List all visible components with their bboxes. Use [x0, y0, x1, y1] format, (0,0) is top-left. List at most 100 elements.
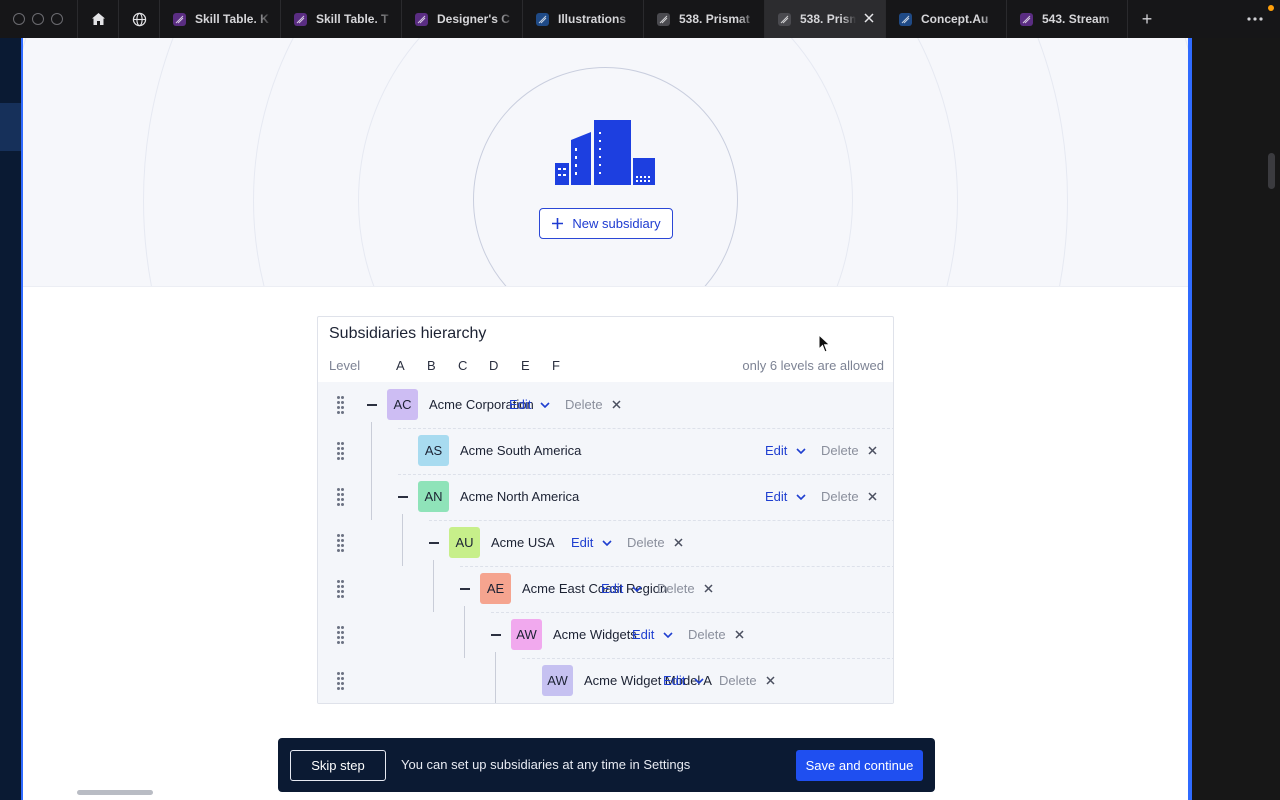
edit-dropdown-button[interactable]: Edit: [765, 443, 806, 458]
hierarchy-rows: AC Acme Corporation Edit Delete AS Acme South…: [318, 382, 893, 703]
avatar: AE: [480, 573, 511, 604]
tree-connector: [371, 468, 372, 520]
delete-label: Delete: [657, 581, 695, 596]
delete-label: Delete: [688, 627, 726, 642]
hierarchy-row: AU Acme USA Edit Delete: [318, 514, 893, 566]
settings-hint-text: You can set up subsidiaries at any time …: [401, 757, 691, 772]
frame-focus-border: [21, 38, 23, 800]
levels-header: Level A B C D E F only 6 levels are allo…: [329, 358, 884, 374]
edit-label: Edit: [663, 673, 686, 688]
browser-tab-7[interactable]: Concept.Au: [886, 0, 1007, 38]
close-icon: [766, 676, 775, 685]
tree-connector: [495, 652, 496, 703]
row-divider: [398, 474, 893, 475]
globe-button[interactable]: [119, 0, 160, 38]
avatar: AW: [511, 619, 542, 650]
tab-title: 538. Prism: [800, 12, 856, 26]
onboarding-action-bar: Skip step You can set up subsidiaries at…: [278, 738, 935, 792]
drag-handle-icon[interactable]: [337, 488, 345, 506]
save-and-continue-button[interactable]: Save and continue: [796, 750, 923, 781]
more-options-icon[interactable]: [1246, 10, 1264, 33]
browser-tab-5[interactable]: 538. Prismat: [644, 0, 765, 38]
drag-handle-icon[interactable]: [337, 580, 345, 598]
edit-dropdown-button[interactable]: Edit: [601, 581, 642, 596]
home-button[interactable]: [78, 0, 119, 38]
chevron-down-icon: [663, 631, 673, 638]
browser-tab-1[interactable]: Skill Table. K: [160, 0, 281, 38]
close-tab-icon[interactable]: [864, 12, 874, 26]
delete-label: Delete: [627, 535, 665, 550]
sidebar-selected-item[interactable]: [0, 103, 22, 151]
collapse-toggle-icon[interactable]: [398, 496, 408, 498]
delete-label: Delete: [565, 397, 603, 412]
close-icon: [704, 584, 713, 593]
purple-app-icon: [415, 12, 428, 26]
subsidiary-name: Acme Widgets: [553, 627, 637, 642]
edit-dropdown-button[interactable]: Edit: [509, 397, 550, 412]
drag-handle-icon[interactable]: [337, 442, 345, 460]
delete-button[interactable]: Delete: [688, 627, 744, 642]
tab-list: Skill Table. K Skill Table. T Designer's C…: [160, 0, 1128, 38]
drag-handle-icon[interactable]: [337, 626, 345, 644]
tab-title: Skill Table. T: [316, 12, 389, 26]
edit-dropdown-button[interactable]: Edit: [571, 535, 612, 550]
new-subsidiary-label: New subsidiary: [572, 216, 661, 231]
chevron-down-icon: [540, 401, 550, 408]
maximize-window-button[interactable]: [51, 13, 63, 25]
delete-button[interactable]: Delete: [719, 673, 775, 688]
collapse-toggle-icon[interactable]: [460, 588, 470, 590]
buildings-icon: [555, 120, 655, 185]
drag-handle-icon[interactable]: [337, 396, 345, 414]
level-c: C: [458, 358, 468, 373]
skip-step-button[interactable]: Skip step: [290, 750, 386, 781]
delete-button[interactable]: Delete: [821, 443, 877, 458]
collapse-toggle-icon[interactable]: [491, 634, 501, 636]
delete-button[interactable]: Delete: [657, 581, 713, 596]
close-window-button[interactable]: [13, 13, 25, 25]
drag-handle-icon[interactable]: [337, 534, 345, 552]
level-e: E: [521, 358, 530, 373]
avatar: AU: [449, 527, 480, 558]
delete-button[interactable]: Delete: [821, 489, 877, 504]
browser-tab-4[interactable]: Illustrations: [523, 0, 644, 38]
tab-title: Illustrations: [558, 12, 627, 26]
browser-tab-8[interactable]: 543. Stream: [1007, 0, 1128, 38]
edit-label: Edit: [601, 581, 624, 596]
mouse-cursor-icon: [818, 334, 831, 353]
browser-tab-2[interactable]: Skill Table. T: [281, 0, 402, 38]
tree-connector: [371, 422, 372, 474]
new-tab-button[interactable]: +: [1128, 0, 1166, 38]
tree-connector: [402, 514, 403, 566]
hierarchy-title: Subsidiaries hierarchy: [329, 325, 487, 342]
delete-button[interactable]: Delete: [627, 535, 683, 550]
edit-dropdown-button[interactable]: Edit: [632, 627, 673, 642]
level-b: B: [427, 358, 436, 373]
row-divider: [522, 658, 893, 659]
subsidiaries-hierarchy-card: Subsidiaries hierarchy Level A B C D E F…: [317, 316, 894, 704]
delete-button[interactable]: Delete: [565, 397, 621, 412]
collapse-toggle-icon[interactable]: [429, 542, 439, 544]
drag-handle-icon[interactable]: [337, 672, 345, 690]
delete-label: Delete: [821, 443, 859, 458]
browser-tab-3[interactable]: Designer's C: [402, 0, 523, 38]
purple-app-icon: [173, 12, 186, 26]
hierarchy-row: AE Acme East Coast Region Edit Delete: [318, 560, 893, 612]
browser-tab-6[interactable]: 538. Prism: [765, 0, 886, 38]
minimize-window-button[interactable]: [32, 13, 44, 25]
edit-label: Edit: [509, 397, 532, 412]
tab-title: Skill Table. K: [195, 12, 269, 26]
hierarchy-row: AW Acme Widget Model A Edit Delete: [318, 652, 893, 703]
edit-dropdown-button[interactable]: Edit: [663, 673, 704, 688]
horizontal-scrollbar[interactable]: [77, 790, 153, 795]
chevron-down-icon: [796, 447, 806, 454]
app-sidebar: [0, 38, 22, 800]
vertical-scrollbar[interactable]: [1268, 153, 1275, 189]
new-subsidiary-button[interactable]: New subsidiary: [539, 208, 673, 239]
chevron-down-icon: [602, 539, 612, 546]
blue-app-icon: [899, 12, 912, 26]
collapse-toggle-icon[interactable]: [367, 404, 377, 406]
tab-title: 538. Prismat: [679, 12, 750, 26]
tab-title: Concept.Au: [921, 12, 989, 26]
edit-dropdown-button[interactable]: Edit: [765, 489, 806, 504]
delete-label: Delete: [821, 489, 859, 504]
